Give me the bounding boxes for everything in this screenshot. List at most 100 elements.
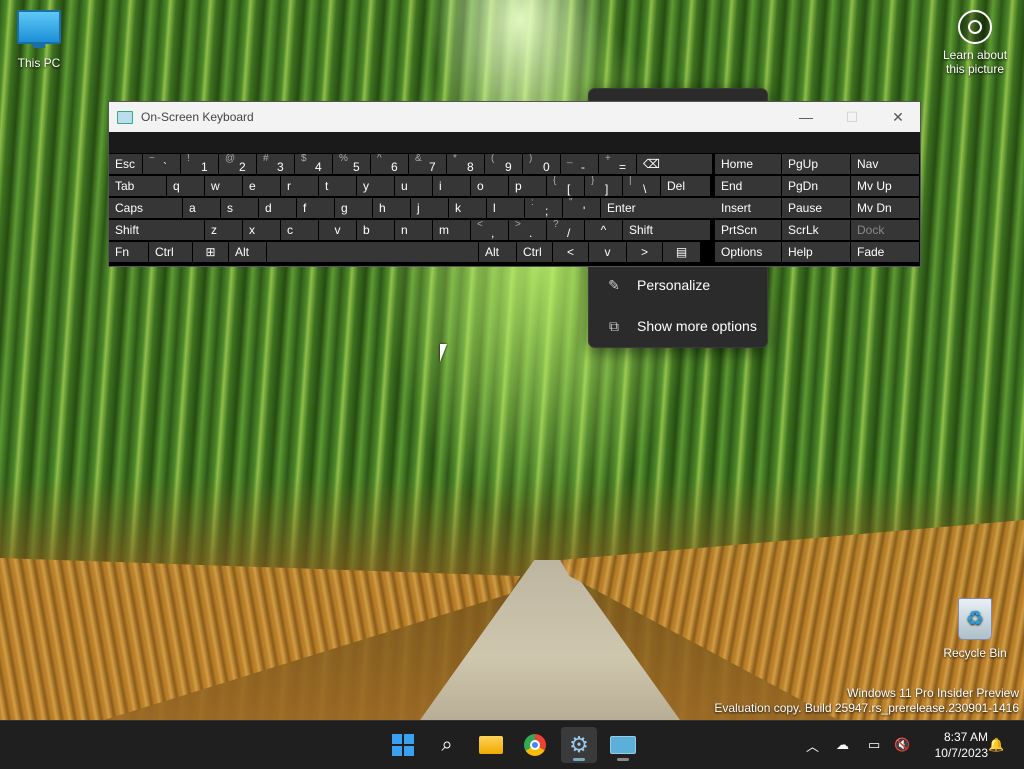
- menu-item-show-more-options[interactable]: ⧉ Show more options: [597, 308, 759, 344]
- key-t-row-2-5[interactable]: t: [319, 176, 356, 196]
- key-c-row-4-3[interactable]: c: [281, 220, 318, 240]
- close-button[interactable]: ✕: [875, 102, 921, 132]
- start-button[interactable]: [385, 727, 421, 763]
- key--row-5-2[interactable]: ⊞: [193, 242, 228, 262]
- key-k-row-3-8[interactable]: k: [449, 198, 486, 218]
- volume-tray[interactable]: 🔇: [894, 721, 910, 769]
- key-row-1-9[interactable]: * 8: [447, 154, 484, 174]
- key-x-row-4-2[interactable]: x: [243, 220, 280, 240]
- key-row-1-11[interactable]: ) 0: [523, 154, 560, 174]
- key-row-4-10[interactable]: ? /: [547, 220, 584, 240]
- key-d-row-3-3[interactable]: d: [259, 198, 296, 218]
- key-pgdn[interactable]: PgDn: [782, 176, 850, 196]
- key-e-row-2-3[interactable]: e: [243, 176, 280, 196]
- key-row-1-4[interactable]: #3: [257, 154, 294, 174]
- settings-button[interactable]: ⚙: [561, 727, 597, 763]
- onedrive-tray[interactable]: ☁: [836, 721, 849, 769]
- key-row-2-13[interactable]: | \: [623, 176, 660, 196]
- key-row-1-2[interactable]: ! 1: [181, 154, 218, 174]
- key-del-row-2-14[interactable]: Del: [661, 176, 710, 196]
- key-p-row-2-10[interactable]: p: [509, 176, 546, 196]
- key-h-row-3-6[interactable]: h: [373, 198, 410, 218]
- key-options[interactable]: Options: [715, 242, 781, 262]
- key-w-row-2-2[interactable]: w: [205, 176, 242, 196]
- key--row-4-11[interactable]: ^: [585, 220, 622, 240]
- key-s-row-3-2[interactable]: s: [221, 198, 258, 218]
- key-y-row-2-6[interactable]: y: [357, 176, 394, 196]
- minimize-button[interactable]: —: [783, 102, 829, 132]
- key-shift-row-4-0[interactable]: Shift: [109, 220, 204, 240]
- key-row-1-8[interactable]: & 7: [409, 154, 446, 174]
- key-r-row-2-4[interactable]: r: [281, 176, 318, 196]
- key-pause[interactable]: Pause: [782, 198, 850, 218]
- key-row-4-9[interactable]: >.: [509, 220, 546, 240]
- key-v-row-5-8[interactable]: v: [589, 242, 626, 262]
- key-shift-row-4-12[interactable]: Shift: [623, 220, 710, 240]
- key-mv-up[interactable]: Mv Up: [851, 176, 919, 196]
- key-caps-row-3-0[interactable]: Caps: [109, 198, 182, 218]
- key-enter-row-3-12[interactable]: Enter: [601, 198, 716, 218]
- key-home[interactable]: Home: [715, 154, 781, 174]
- key-end[interactable]: End: [715, 176, 781, 196]
- desktop-icon-this-pc[interactable]: This PC: [12, 10, 66, 70]
- key-l-row-3-9[interactable]: l: [487, 198, 524, 218]
- key--row-5-10[interactable]: ▤: [663, 242, 700, 262]
- key-scrlk[interactable]: ScrLk: [782, 220, 850, 240]
- maximize-button[interactable]: ☐: [829, 102, 875, 132]
- key--row-5-7[interactable]: <: [553, 242, 588, 262]
- key-alt-row-5-3[interactable]: Alt: [229, 242, 266, 262]
- space-key[interactable]: [267, 242, 478, 262]
- key-dock[interactable]: Dock: [851, 220, 919, 240]
- key-row-3-10[interactable]: :;: [525, 198, 562, 218]
- key-row-1-7[interactable]: ^ 6: [371, 154, 408, 174]
- key-row-1-14[interactable]: ⌫: [637, 154, 712, 174]
- key-row-1-12[interactable]: _ -: [561, 154, 598, 174]
- key-row-1-6[interactable]: % 5: [333, 154, 370, 174]
- key-o-row-2-9[interactable]: o: [471, 176, 508, 196]
- key-fade[interactable]: Fade: [851, 242, 919, 262]
- key-j-row-3-7[interactable]: j: [411, 198, 448, 218]
- key-mv-dn[interactable]: Mv Dn: [851, 198, 919, 218]
- notifications-button[interactable]: 🔔: [988, 721, 1004, 769]
- key-nav[interactable]: Nav: [851, 154, 919, 174]
- key-tab-row-2-0[interactable]: Tab: [109, 176, 166, 196]
- key-i-row-2-8[interactable]: i: [433, 176, 470, 196]
- key-row-1-13[interactable]: + =: [599, 154, 636, 174]
- key-m-row-4-7[interactable]: m: [433, 220, 470, 240]
- key-row-2-12[interactable]: }]: [585, 176, 622, 196]
- desktop-icon-learn-about-picture[interactable]: Learn about this picture: [938, 10, 1012, 76]
- search-button[interactable]: ⌕: [429, 727, 465, 763]
- key-row-4-8[interactable]: <,: [471, 220, 508, 240]
- key-insert[interactable]: Insert: [715, 198, 781, 218]
- network-tray[interactable]: ▭: [868, 721, 880, 769]
- show-hidden-icons-button[interactable]: ︿: [806, 721, 819, 769]
- title-bar[interactable]: On-Screen Keyboard — ☐ ✕: [109, 102, 920, 132]
- key-row-1-1[interactable]: ~ `: [143, 154, 180, 174]
- key-alt-row-5-5[interactable]: Alt: [479, 242, 516, 262]
- key-v-row-4-4[interactable]: v: [319, 220, 356, 240]
- chrome-button[interactable]: [517, 727, 553, 763]
- key-f-row-3-4[interactable]: f: [297, 198, 334, 218]
- on-screen-keyboard-button[interactable]: [605, 727, 641, 763]
- key-row-1-0[interactable]: Esc: [109, 154, 142, 174]
- key--row-5-9[interactable]: >: [627, 242, 662, 262]
- key-b-row-4-5[interactable]: b: [357, 220, 394, 240]
- key-help[interactable]: Help: [782, 242, 850, 262]
- file-explorer-button[interactable]: [473, 727, 509, 763]
- key-row-2-11[interactable]: {[: [547, 176, 584, 196]
- desktop-icon-recycle-bin[interactable]: ♻ Recycle Bin: [942, 598, 1008, 660]
- key-prtscn[interactable]: PrtScn: [715, 220, 781, 240]
- key-row-1-3[interactable]: @2: [219, 154, 256, 174]
- key-g-row-3-5[interactable]: g: [335, 198, 372, 218]
- key-ctrl-row-5-1[interactable]: Ctrl: [149, 242, 192, 262]
- menu-item-personalize[interactable]: ✎ Personalize: [597, 267, 759, 303]
- key-row-3-11[interactable]: " ': [563, 198, 600, 218]
- key-row-1-10[interactable]: (9: [485, 154, 522, 174]
- key-q-row-2-1[interactable]: q: [167, 176, 204, 196]
- key-pgup[interactable]: PgUp: [782, 154, 850, 174]
- key-u-row-2-7[interactable]: u: [395, 176, 432, 196]
- key-ctrl-row-5-6[interactable]: Ctrl: [517, 242, 552, 262]
- key-z-row-4-1[interactable]: z: [205, 220, 242, 240]
- key-a-row-3-1[interactable]: a: [183, 198, 220, 218]
- clock[interactable]: 8:37 AM 10/7/2023: [920, 729, 988, 761]
